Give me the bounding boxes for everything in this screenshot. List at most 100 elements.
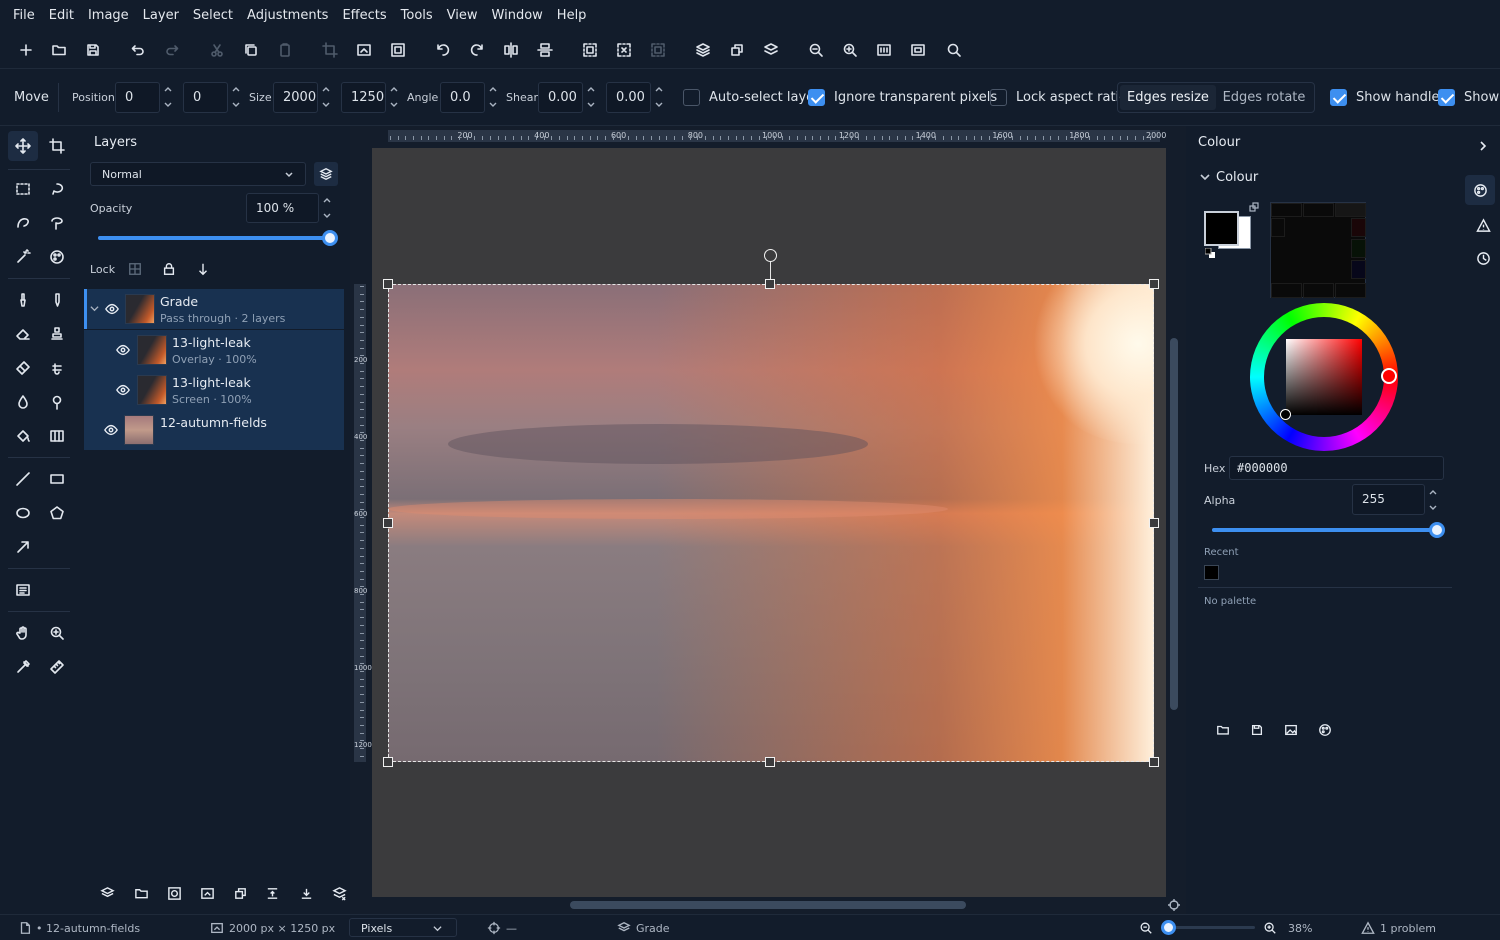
opacity-slider-handle[interactable] (322, 230, 338, 246)
freeform-select-icon[interactable] (8, 208, 38, 238)
rotate-right-icon[interactable] (465, 38, 489, 62)
height-stepper[interactable] (389, 83, 401, 111)
duplicate-layer-icon[interactable] (233, 886, 248, 901)
opacity-slider[interactable] (98, 230, 338, 246)
lock-icon[interactable] (162, 262, 176, 276)
eye-icon[interactable] (105, 302, 119, 316)
handle-bottom-right[interactable] (1149, 757, 1159, 767)
history-icon[interactable] (1476, 251, 1491, 266)
merge-layer-icon[interactable] (759, 38, 783, 62)
shear-y-field[interactable]: 0.00 (606, 82, 651, 113)
edges-resize-tab[interactable]: Edges resize (1120, 85, 1216, 110)
zoom-in-icon[interactable] (1263, 921, 1277, 935)
handle-bottom-left[interactable] (383, 757, 393, 767)
handle-middle-left[interactable] (383, 518, 393, 528)
swap-colors-icon[interactable] (1249, 202, 1259, 212)
new-group-icon[interactable] (134, 886, 149, 901)
primary-color-swatch[interactable] (1204, 211, 1239, 246)
alpha-slider[interactable] (1212, 522, 1445, 538)
hex-input[interactable]: #000000 (1229, 456, 1444, 480)
save-palette-icon[interactable] (1250, 723, 1264, 737)
height-field[interactable]: 1250 (341, 82, 386, 113)
eye-icon[interactable] (116, 343, 130, 357)
angle-stepper[interactable] (488, 83, 500, 111)
pencil-icon[interactable] (42, 285, 72, 315)
arrow-tool-icon[interactable] (8, 532, 38, 562)
menu-edit[interactable]: Edit (42, 0, 81, 31)
width-stepper[interactable] (321, 83, 333, 111)
vertical-scrollbar[interactable] (1168, 148, 1180, 897)
shear-x-field[interactable]: 0.00 (538, 82, 583, 113)
handle-top-left[interactable] (383, 279, 393, 289)
deselect-icon[interactable] (612, 38, 636, 62)
arrow-down-icon[interactable] (196, 262, 210, 276)
lock-transparency-icon[interactable] (128, 262, 142, 276)
chevron-down-icon[interactable] (1200, 172, 1210, 182)
position-y-stepper[interactable] (231, 83, 243, 111)
move-tool-icon[interactable] (8, 131, 38, 161)
colour-dock-tab[interactable] (1465, 175, 1495, 205)
copy-icon[interactable] (239, 38, 263, 62)
horizontal-scrollbar[interactable] (372, 899, 1166, 911)
shear-y-stepper[interactable] (654, 83, 666, 111)
select-all-icon[interactable] (578, 38, 602, 62)
text-tool-icon[interactable] (8, 575, 38, 605)
open-icon[interactable] (47, 38, 71, 62)
layer-row-autumn-fields[interactable]: 12-autumn-fields (84, 410, 344, 450)
crop-icon[interactable] (318, 38, 342, 62)
zoom-slider[interactable] (1161, 920, 1255, 935)
handle-top-right[interactable] (1149, 279, 1159, 289)
lasso-icon[interactable] (42, 174, 72, 204)
layers-icon[interactable] (691, 38, 715, 62)
color-select-icon[interactable] (42, 242, 72, 272)
eraser-icon[interactable] (8, 319, 38, 349)
undo-icon[interactable] (126, 38, 150, 62)
polygon-tool-icon[interactable] (42, 498, 72, 528)
menu-help[interactable]: Help (550, 0, 594, 31)
eyedropper-icon[interactable] (8, 652, 38, 682)
hue-handle[interactable] (1381, 368, 1397, 384)
shear-x-stepper[interactable] (586, 83, 598, 111)
duplicate-layer-icon[interactable] (725, 38, 749, 62)
navigator-icon[interactable] (1168, 899, 1180, 911)
line-tool-icon[interactable] (8, 464, 38, 494)
saturation-value-square[interactable] (1286, 339, 1362, 415)
handle-middle-right[interactable] (1149, 518, 1159, 528)
position-x-field[interactable]: 0 (115, 82, 160, 113)
adjustment-layer-icon[interactable] (200, 886, 215, 901)
measure-tool-icon[interactable] (42, 652, 72, 682)
move-layer-down-icon[interactable] (299, 886, 314, 901)
crop-tool-icon[interactable] (42, 131, 72, 161)
cut-icon[interactable] (205, 38, 229, 62)
delete-layer-icon[interactable] (332, 886, 347, 901)
palette-icon[interactable] (1318, 723, 1332, 737)
search-icon[interactable] (942, 38, 966, 62)
zoom-in-icon[interactable] (838, 38, 862, 62)
fit-icon[interactable] (906, 38, 930, 62)
menu-select[interactable]: Select (186, 0, 240, 31)
smudge-icon[interactable] (8, 353, 38, 383)
zoom-tool-icon[interactable] (42, 618, 72, 648)
menu-view[interactable]: View (440, 0, 485, 31)
color-preview-grid[interactable] (1270, 202, 1366, 298)
layer-row-grade[interactable]: Grade Pass through · 2 layers (84, 289, 344, 329)
layer-row-light-leak-screen[interactable]: 13-light-leak Screen · 100% (84, 370, 344, 410)
paste-icon[interactable] (273, 38, 297, 62)
problems-count[interactable]: 1 problem (1380, 922, 1436, 935)
position-x-stepper[interactable] (163, 83, 175, 111)
handle-bottom-center[interactable] (765, 757, 775, 767)
opacity-stepper[interactable] (322, 194, 334, 222)
menu-window[interactable]: Window (485, 0, 550, 31)
flip-vertical-icon[interactable] (533, 38, 557, 62)
vertical-scroll-thumb[interactable] (1170, 338, 1178, 710)
magic-lasso-icon[interactable] (42, 208, 72, 238)
horizontal-scroll-thumb[interactable] (570, 901, 966, 909)
open-palette-icon[interactable] (1216, 723, 1230, 737)
menu-image[interactable]: Image (81, 0, 136, 31)
save-icon[interactable] (81, 38, 105, 62)
show-handles-checkbox[interactable] (1330, 89, 1347, 106)
alpha-stepper[interactable] (1428, 486, 1440, 514)
auto-select-checkbox[interactable] (683, 89, 700, 106)
ellipse-tool-icon[interactable] (8, 498, 38, 528)
ignore-transparent-checkbox[interactable] (808, 89, 825, 106)
